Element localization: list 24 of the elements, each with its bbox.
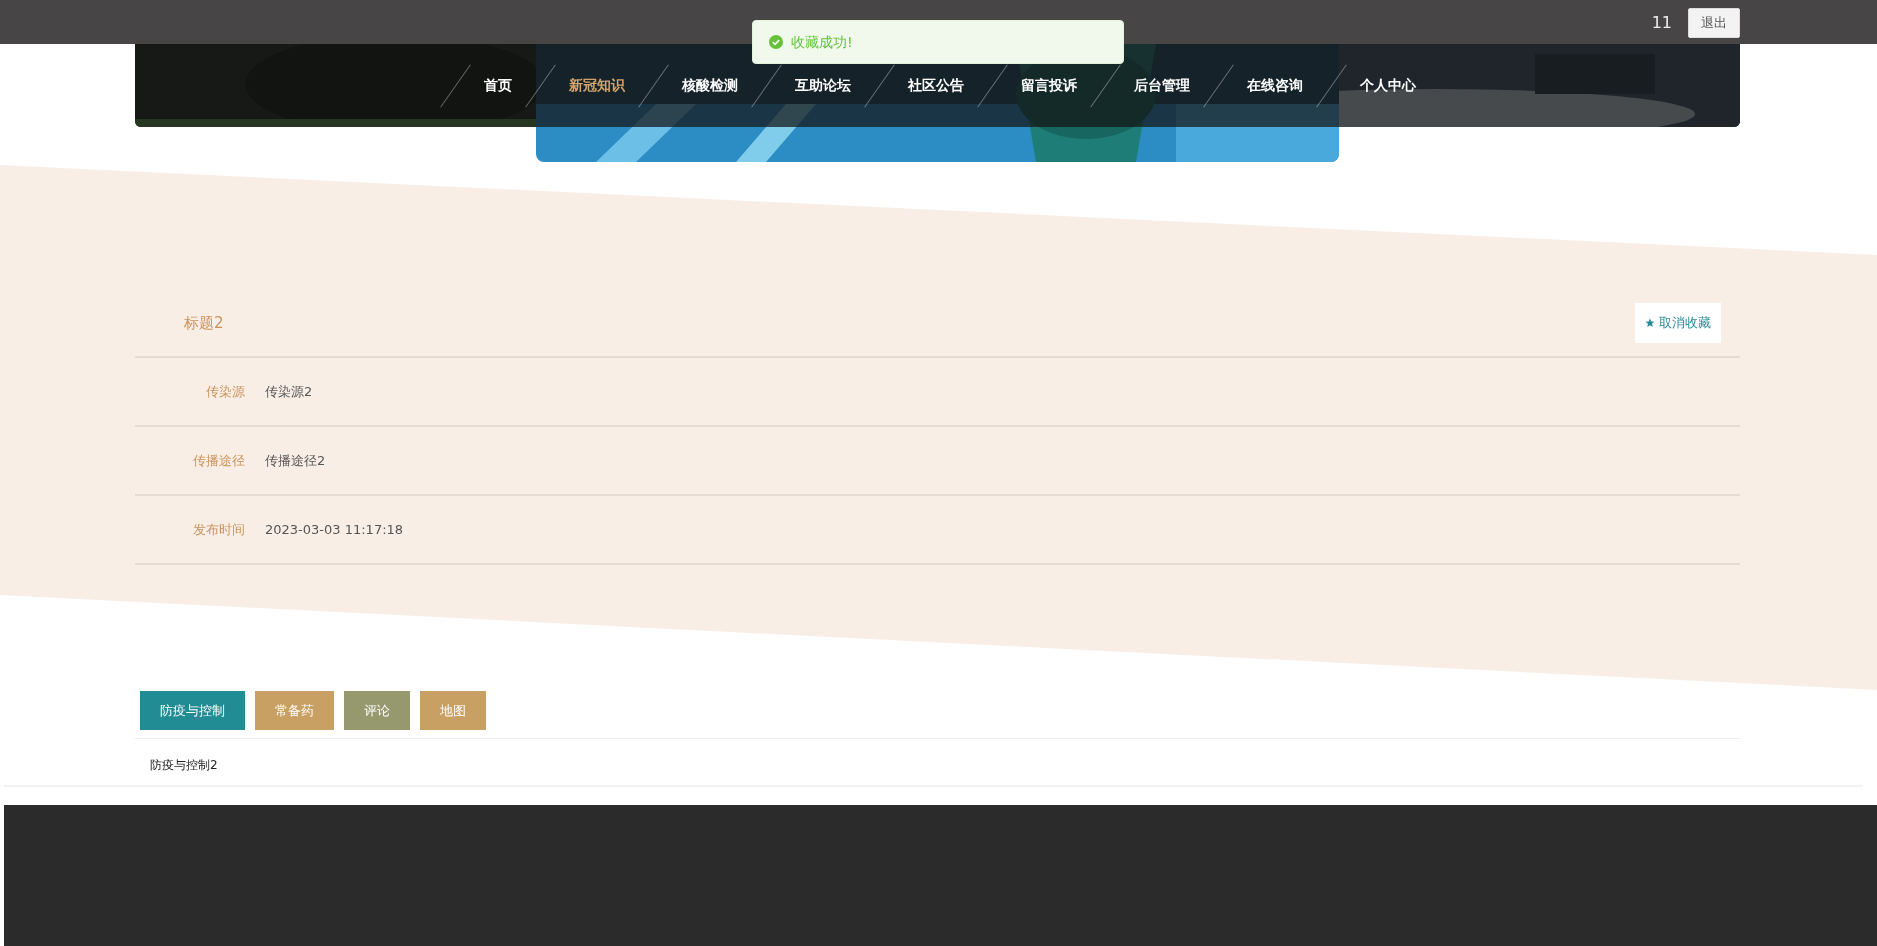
star-icon — [1645, 318, 1655, 328]
field-value: 传播途径2 — [265, 451, 326, 470]
unfavorite-button[interactable]: 取消收藏 — [1635, 303, 1721, 343]
nav-link[interactable]: 个人中心 — [1332, 75, 1444, 96]
field-value: 传染源2 — [265, 382, 313, 401]
nav-link[interactable]: 留言投诉 — [993, 75, 1105, 96]
nav-link[interactable]: 首页 — [456, 75, 540, 96]
field-label: 发布时间 — [192, 520, 245, 539]
field-value: 2023-03-03 11:17:18 — [265, 520, 404, 539]
username: 11 — [1651, 11, 1672, 34]
nav-link[interactable]: 互助论坛 — [767, 75, 879, 96]
logout-button[interactable]: 退出 — [1688, 8, 1740, 38]
field-label: 传播途径 — [192, 451, 245, 470]
nav-link[interactable]: 社区公告 — [880, 75, 992, 96]
toast-message: 收藏成功! — [791, 32, 853, 52]
nav-link[interactable]: 后台管理 — [1106, 75, 1218, 96]
nav-link[interactable]: 在线咨询 — [1219, 75, 1331, 96]
nav-link[interactable]: 新冠知识 — [541, 75, 653, 96]
field-label: 传染源 — [205, 382, 245, 401]
check-icon — [769, 35, 783, 49]
tab-content-text: 防疫与控制2 — [150, 758, 218, 772]
article-title: 标题2 — [183, 312, 224, 334]
nav-link[interactable]: 核酸检测 — [654, 75, 766, 96]
tab[interactable]: 防疫与控制 — [140, 691, 245, 730]
